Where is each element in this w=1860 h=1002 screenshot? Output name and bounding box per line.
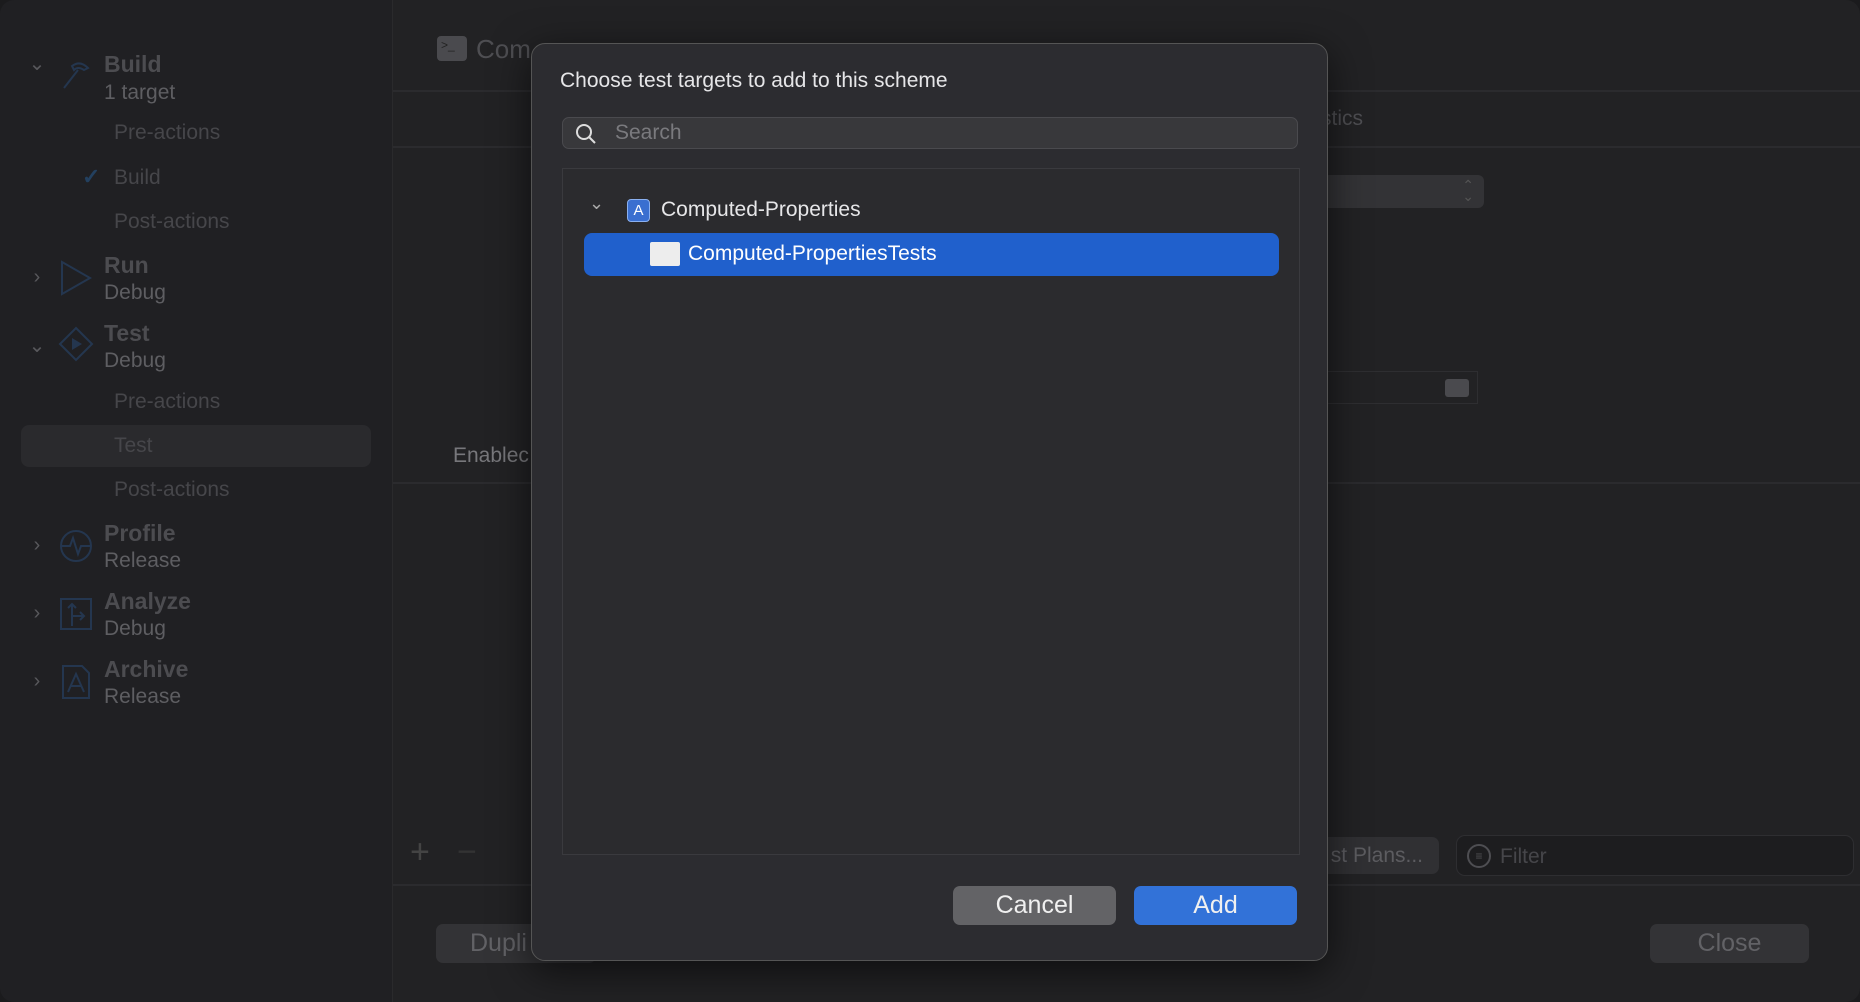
group-profile-title[interactable]: Profile: [104, 520, 176, 547]
scheme-actions-sidebar: ⌄ Build 1 target Pre-actions ✓ Build Pos…: [0, 0, 393, 1002]
checkmark-icon: ✓: [82, 164, 101, 189]
remove-test-button[interactable]: −: [457, 835, 477, 869]
terminal-icon: >_: [437, 36, 467, 61]
enabled-column-header: Enablec: [453, 444, 529, 467]
chevron-right-icon[interactable]: ›: [26, 534, 48, 556]
group-profile-subtitle: Release: [104, 549, 182, 572]
group-archive-subtitle: Release: [104, 685, 182, 708]
chevron-right-icon[interactable]: ›: [26, 602, 48, 624]
group-analyze-title[interactable]: Analyze: [104, 588, 191, 615]
sidebar-item-build-build[interactable]: Build: [114, 166, 161, 190]
group-archive-title[interactable]: Archive: [104, 656, 188, 683]
chevron-right-icon[interactable]: ›: [26, 670, 48, 692]
target-label: Computed-PropertiesTests: [688, 242, 937, 265]
sidebar-item-test-test[interactable]: Test: [114, 434, 153, 458]
search-placeholder: Search: [615, 121, 682, 144]
scheme-title: Com: [476, 34, 531, 64]
group-run-subtitle: Debug: [104, 281, 166, 304]
hammer-icon: [63, 62, 90, 89]
add-test-button[interactable]: +: [410, 835, 430, 869]
filter-icon: ≡: [1467, 844, 1491, 868]
dialog-title: Choose test targets to add to this schem…: [560, 69, 948, 92]
play-icon: [61, 260, 93, 296]
sidebar-item-test-post-actions[interactable]: Post-actions: [114, 478, 230, 502]
target-row-selected[interactable]: Computed-PropertiesTests: [584, 233, 1279, 276]
chevron-right-icon[interactable]: ›: [26, 266, 48, 288]
project-node-label[interactable]: Computed-Properties: [661, 198, 861, 222]
group-build-title[interactable]: Build: [104, 51, 162, 78]
search-field[interactable]: Search: [562, 117, 1298, 149]
close-button[interactable]: Close: [1650, 924, 1809, 963]
test-bundle-icon: [650, 242, 680, 266]
group-analyze-subtitle: Debug: [104, 617, 166, 640]
archive-app-icon: [62, 665, 90, 699]
path-field[interactable]: [1323, 371, 1478, 404]
chevron-down-icon[interactable]: ⌄: [26, 335, 48, 357]
group-test-subtitle: Debug: [104, 349, 166, 372]
targets-tree: ⌄ A Computed-Properties Computed-Propert…: [562, 168, 1300, 855]
cancel-button[interactable]: Cancel: [953, 886, 1116, 925]
app-project-icon: A: [627, 199, 650, 222]
sidebar-item-test-pre-actions[interactable]: Pre-actions: [114, 390, 220, 414]
search-icon: [576, 124, 596, 144]
group-test-title[interactable]: Test: [104, 320, 150, 347]
chevron-down-icon[interactable]: ⌄: [26, 53, 48, 75]
folder-icon[interactable]: [1445, 379, 1469, 397]
add-button[interactable]: Add: [1134, 886, 1297, 925]
sidebar-item-build-pre-actions[interactable]: Pre-actions: [114, 121, 220, 145]
instruments-icon: [60, 530, 92, 562]
filter-placeholder: Filter: [1500, 845, 1547, 868]
group-run-title[interactable]: Run: [104, 252, 149, 279]
configuration-popup[interactable]: ⌃ ⌄: [1323, 175, 1484, 208]
sidebar-item-build-post-actions[interactable]: Post-actions: [114, 210, 230, 234]
chevron-down-icon[interactable]: ⌄: [589, 193, 604, 214]
analyze-icon: [60, 598, 92, 630]
choose-test-targets-sheet: Choose test targets to add to this schem…: [531, 43, 1328, 961]
group-build-subtitle: 1 target: [104, 81, 176, 104]
test-diamond-icon: [58, 326, 94, 362]
filter-field[interactable]: ≡ Filter: [1456, 835, 1854, 876]
sidebar-item-test-selected[interactable]: [21, 425, 371, 467]
updown-chevron-icon: ⌃ ⌄: [1462, 177, 1474, 204]
